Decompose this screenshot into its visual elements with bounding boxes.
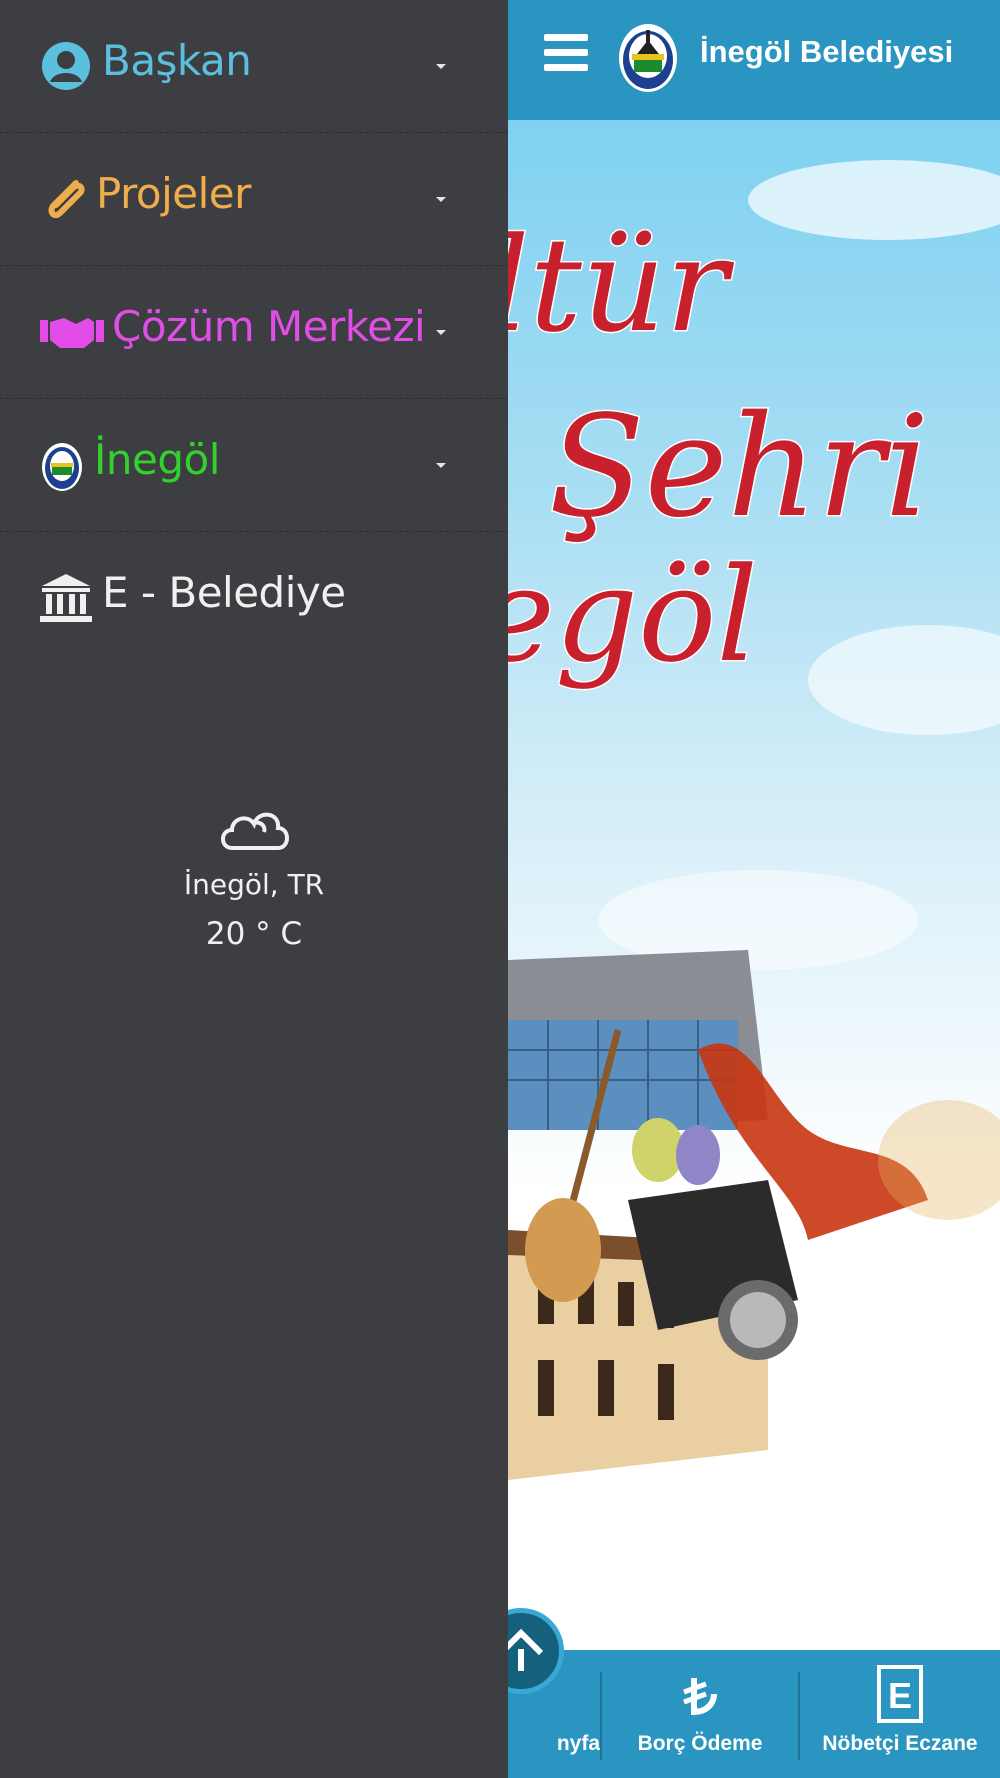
nav-home-label: nyfa xyxy=(556,1732,600,1755)
pharmacy-icon: E xyxy=(877,1665,923,1723)
weather-temperature: 20 ° C xyxy=(205,916,303,952)
paperclip-icon xyxy=(48,180,85,219)
cloud-icon xyxy=(221,812,289,850)
nav-home-button[interactable]: nyfa xyxy=(508,1650,600,1778)
chevron-down-icon xyxy=(436,330,446,335)
municipality-logo[interactable] xyxy=(616,18,680,94)
hero-line-3: egöl xyxy=(508,539,758,691)
nav-debt-payment-label: Borç Ödeme xyxy=(637,1732,763,1755)
menu-item-projeler[interactable]: Projeler xyxy=(0,133,508,266)
weather-location: İnegöl, TR xyxy=(183,868,325,901)
hamburger-menu-icon[interactable] xyxy=(544,34,588,72)
menu-item-label: Başkan xyxy=(102,36,252,85)
nav-debt-payment-button[interactable]: Borç Ödeme xyxy=(602,1650,798,1778)
menu-item-baskan[interactable]: Başkan xyxy=(0,0,508,133)
app-title: İnegöl Belediyesi xyxy=(700,34,954,69)
top-app-bar: İnegöl Belediyesi xyxy=(508,0,1000,120)
hero-banner[interactable]: ltür t Şehri egöl xyxy=(508,120,1000,1650)
svg-text:E: E xyxy=(888,1675,912,1716)
lira-icon xyxy=(683,1678,717,1716)
menu-item-cozum-merkezi[interactable]: Çözüm Merkezi xyxy=(0,266,508,399)
nav-pharmacy-button[interactable]: E Nöbetçi Eczane xyxy=(800,1650,1000,1778)
menu-item-label: İnegöl xyxy=(94,435,220,484)
side-drawer: Başkan Projeler Çözüm Merkezi İnegöl E -… xyxy=(0,0,508,1778)
menu-item-label: Projeler xyxy=(96,169,251,218)
nav-pharmacy-label: Nöbetçi Eczane xyxy=(822,1732,978,1755)
menu-item-label: Çözüm Merkezi xyxy=(112,302,426,351)
handshake-icon xyxy=(40,318,104,348)
chevron-down-icon xyxy=(436,64,446,69)
user-circle-icon xyxy=(42,42,90,90)
hero-line-2: t Şehri xyxy=(508,386,929,549)
menu-item-inegol[interactable]: İnegöl xyxy=(0,399,508,532)
hero-line-1: ltür xyxy=(508,209,735,361)
menu-item-label: E - Belediye xyxy=(102,568,346,617)
inegol-logo-icon xyxy=(42,443,82,491)
bank-icon xyxy=(40,574,92,622)
chevron-down-icon xyxy=(436,197,446,202)
main-content: İnegöl Belediyesi ltür t Şehri egöl xyxy=(508,0,1000,1778)
menu-item-e-belediye[interactable]: E - Belediye xyxy=(0,532,508,664)
chevron-down-icon xyxy=(436,463,446,468)
